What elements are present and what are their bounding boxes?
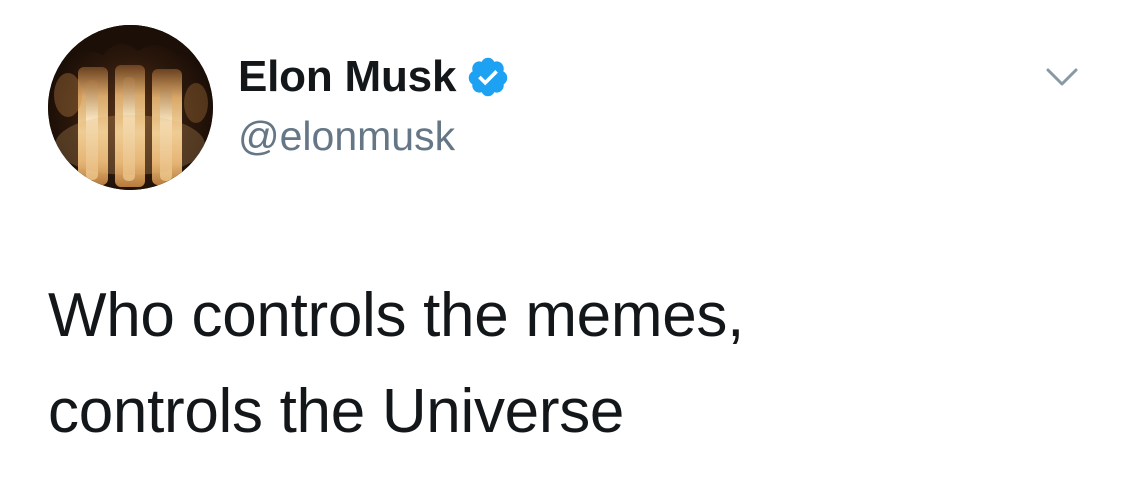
tweet-text: Who controls the memes, controls the Uni… (48, 268, 1088, 460)
avatar-rocket-engines-image (48, 25, 213, 190)
author-name-row: Elon Musk (238, 50, 510, 104)
tweet-text-line: Who controls the memes, (48, 281, 745, 350)
avatar[interactable] (48, 25, 213, 190)
tweet-text-line: controls the Universe (48, 377, 625, 446)
author-display-name[interactable]: Elon Musk (238, 55, 456, 99)
author-handle[interactable]: @elonmusk (238, 113, 455, 159)
chevron-down-icon[interactable] (1040, 60, 1084, 92)
verified-badge-icon (466, 55, 510, 99)
tweet-card: Elon Musk @elonmusk Who controls the mem… (0, 0, 1125, 495)
